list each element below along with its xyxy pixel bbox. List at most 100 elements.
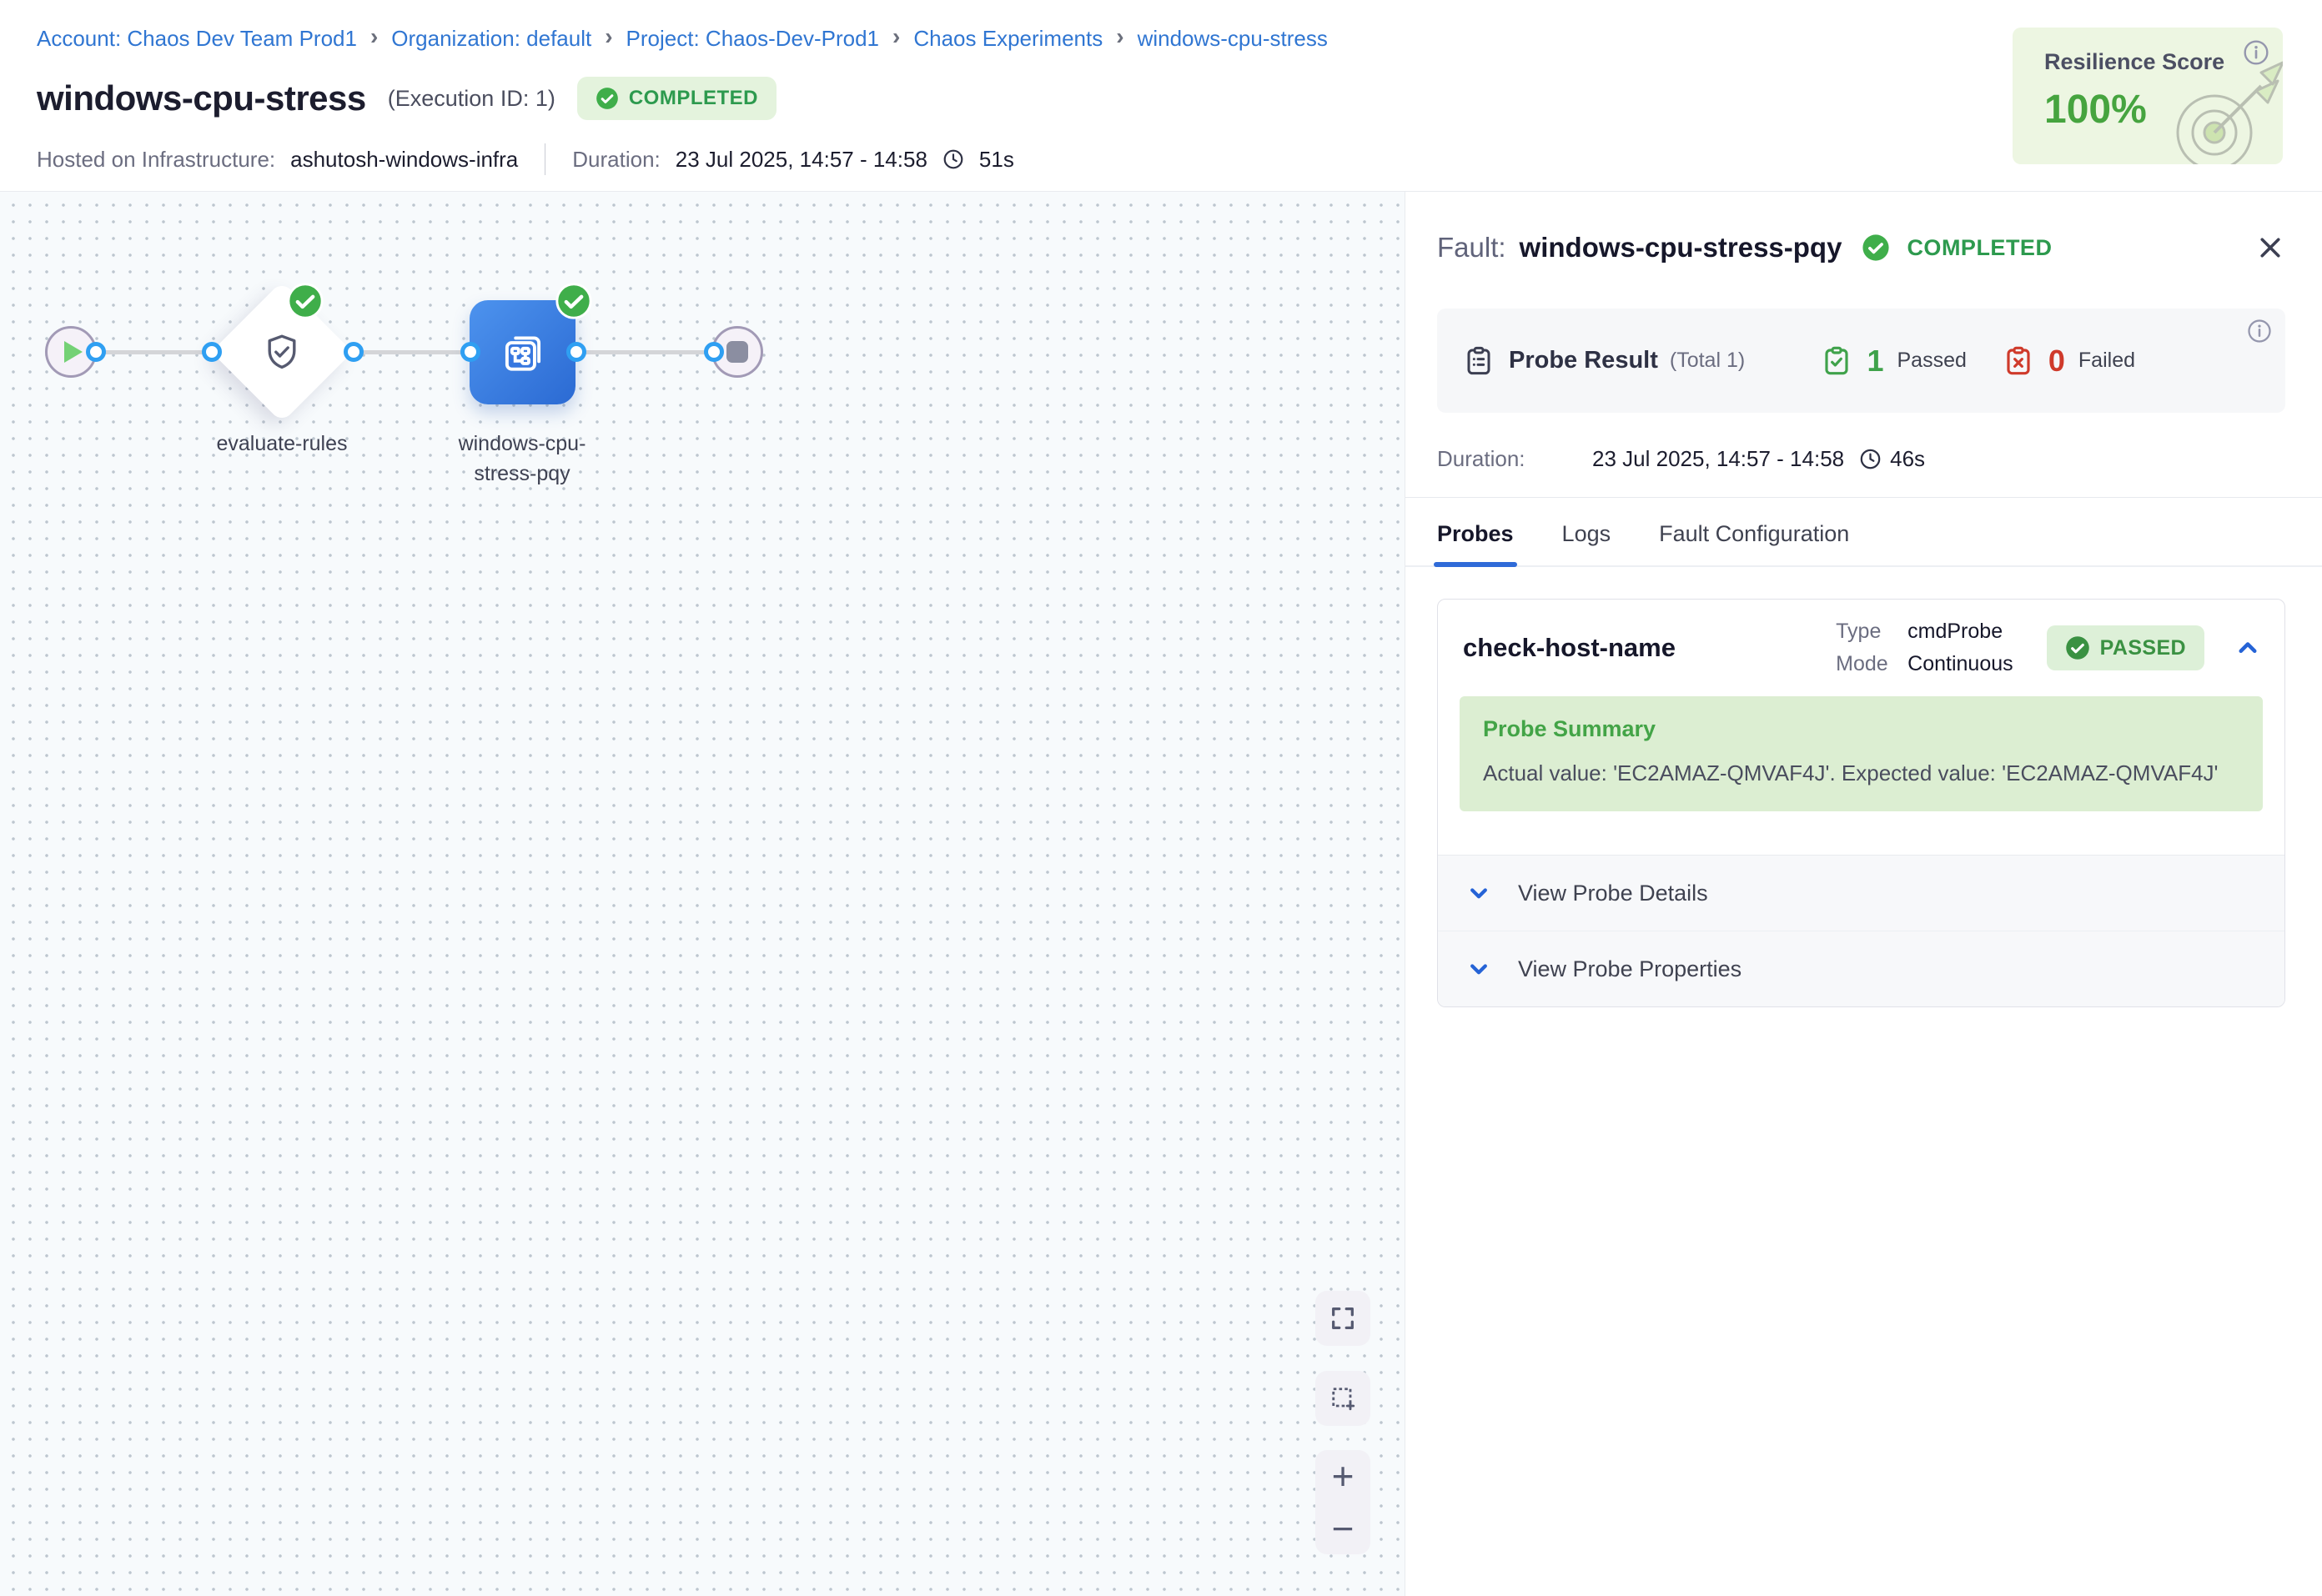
zoom-out-button[interactable]: − xyxy=(1315,1503,1370,1555)
probe-mode-label: Mode xyxy=(1836,652,1907,676)
duration-value: 23 Jul 2025, 14:57 - 14:58 xyxy=(1592,446,1844,472)
marquee-select-button[interactable] xyxy=(1315,1371,1370,1426)
edge-start-to-evaluate xyxy=(95,350,211,354)
title-row: windows-cpu-stress (Execution ID: 1) COM… xyxy=(37,77,777,120)
tab-fault-configuration[interactable]: Fault Configuration xyxy=(1659,521,1849,565)
probe-name: check-host-name xyxy=(1463,633,1836,663)
marquee-select-icon xyxy=(1328,1383,1358,1413)
breadcrumb-project-link[interactable]: Project: Chaos-Dev-Prod1 xyxy=(626,26,879,52)
info-icon[interactable] xyxy=(2247,319,2272,344)
fullscreen-button[interactable] xyxy=(1315,1291,1370,1346)
breadcrumb-org-link[interactable]: Organization: default xyxy=(391,26,591,52)
evaluate-rules-label: evaluate-rules xyxy=(173,429,390,459)
page-header: Account: Chaos Dev Team Prod1 › Organiza… xyxy=(0,0,2322,192)
check-circle-icon xyxy=(596,87,619,110)
edge-fault-to-end xyxy=(575,350,713,354)
breadcrumb-account-link[interactable]: Account: Chaos Dev Team Prod1 xyxy=(37,26,357,52)
clipboard-check-icon xyxy=(1820,344,1853,378)
port xyxy=(86,342,106,362)
view-probe-details-toggle[interactable]: View Probe Details xyxy=(1438,856,2284,931)
breadcrumb-separator: › xyxy=(370,23,378,50)
fault-details-panel: Fault: windows-cpu-stress-pqy COMPLETED xyxy=(1405,192,2322,1596)
meta-row: Hosted on Infrastructure: ashutosh-windo… xyxy=(37,143,1014,175)
clipboard-x-icon xyxy=(2002,344,2035,378)
tab-probes[interactable]: Probes xyxy=(1437,521,1514,565)
duration-label: Duration: xyxy=(1437,446,1584,472)
probe-card-header: check-host-name Type cmdProbe Mode Conti… xyxy=(1438,600,2284,696)
clock-icon xyxy=(1859,448,1882,470)
infra-value: ashutosh-windows-infra xyxy=(290,147,518,173)
fault-status-text: COMPLETED xyxy=(1907,235,2052,261)
close-icon xyxy=(2255,233,2285,263)
panel-tabs: Probes Logs Fault Configuration xyxy=(1405,497,2322,567)
probe-status-text: PASSED xyxy=(2100,636,2186,660)
clock-icon xyxy=(942,148,964,170)
breadcrumb: Account: Chaos Dev Team Prod1 › Organiza… xyxy=(37,25,1328,52)
passed-label: Passed xyxy=(1897,349,1966,373)
chevron-down-icon xyxy=(1465,955,1493,983)
fault-duration-row: Duration: 23 Jul 2025, 14:57 - 14:58 46s xyxy=(1437,446,2285,472)
probe-type-value: cmdProbe xyxy=(1907,620,2013,644)
experiment-run-page: Account: Chaos Dev Team Prod1 › Organiza… xyxy=(0,0,2322,1596)
port xyxy=(566,342,586,362)
resilience-score-card: Resilience Score 100% xyxy=(2013,28,2283,164)
fullscreen-icon xyxy=(1329,1304,1357,1333)
duration-label: Duration: xyxy=(572,147,661,173)
chevron-down-icon xyxy=(1465,879,1493,907)
duration-value: 23 Jul 2025, 14:57 - 14:58 xyxy=(676,147,927,173)
probe-result-total: (Total 1) xyxy=(1670,349,1745,373)
target-arrow-illustration xyxy=(2163,56,2283,164)
breadcrumb-separator: › xyxy=(605,23,612,50)
experiment-status-text: COMPLETED xyxy=(629,87,758,110)
probe-result-card: Probe Result (Total 1) 1 Passed xyxy=(1437,309,2285,413)
port xyxy=(460,342,480,362)
probe-status-badge: PASSED xyxy=(2047,625,2204,670)
view-probe-details-label: View Probe Details xyxy=(1518,881,1708,906)
infra-label: Hosted on Infrastructure: xyxy=(37,147,275,173)
fault-label: Fault: xyxy=(1437,232,1506,263)
probe-card: check-host-name Type cmdProbe Mode Conti… xyxy=(1437,599,2285,1007)
duration-seconds: 46s xyxy=(1890,446,1925,472)
play-icon xyxy=(64,341,83,363)
clipboard-icon xyxy=(1462,344,1495,378)
fault-header-row: Fault: windows-cpu-stress-pqy COMPLETED xyxy=(1437,232,2285,263)
chevron-up-icon xyxy=(2233,633,2263,663)
fault-docs-icon xyxy=(497,327,549,379)
duration-seconds: 51s xyxy=(979,147,1014,173)
failed-count: 0 xyxy=(2048,344,2065,379)
breadcrumb-separator: › xyxy=(1116,23,1123,50)
probe-mode-value: Continuous xyxy=(1907,652,2013,676)
page-title: windows-cpu-stress xyxy=(37,78,366,118)
probe-accordion: View Probe Details View Probe Properties xyxy=(1438,855,2284,1006)
failed-label: Failed xyxy=(2078,349,2135,373)
execution-id: (Execution ID: 1) xyxy=(388,86,555,112)
check-circle-icon xyxy=(1862,233,1890,262)
pipeline-canvas[interactable]: evaluate-rules windows-cpu-stress-pqy + … xyxy=(0,192,1405,1596)
port xyxy=(202,342,222,362)
probe-result-title: Probe Result xyxy=(1509,347,1658,374)
breadcrumb-separator: › xyxy=(892,23,900,50)
port xyxy=(704,342,724,362)
fault-node-label: windows-cpu-stress-pqy xyxy=(447,429,597,489)
tab-logs[interactable]: Logs xyxy=(1562,521,1611,565)
edge-evaluate-to-fault xyxy=(353,350,470,354)
success-badge-icon xyxy=(555,283,592,319)
probe-summary-text: Actual value: 'EC2AMAZ-QMVAF4J'. Expecte… xyxy=(1483,760,2239,786)
port xyxy=(344,342,364,362)
check-circle-icon xyxy=(2065,635,2090,660)
view-probe-properties-toggle[interactable]: View Probe Properties xyxy=(1438,931,2284,1006)
experiment-status-badge: COMPLETED xyxy=(577,77,777,120)
probe-result-counts: 1 Passed 0 Failed xyxy=(1820,344,2260,379)
collapse-probe-button[interactable] xyxy=(2233,633,2263,663)
breadcrumb-current-link[interactable]: windows-cpu-stress xyxy=(1138,26,1328,52)
fault-name: windows-cpu-stress-pqy xyxy=(1520,232,1842,263)
zoom-in-button[interactable]: + xyxy=(1315,1450,1370,1503)
passed-count: 1 xyxy=(1867,344,1883,379)
stop-icon xyxy=(726,341,748,363)
close-panel-button[interactable] xyxy=(2255,233,2285,263)
shield-check-icon xyxy=(262,332,302,372)
probe-summary-title: Probe Summary xyxy=(1483,716,2239,742)
probe-type-label: Type xyxy=(1836,620,1907,644)
breadcrumb-experiments-link[interactable]: Chaos Experiments xyxy=(913,26,1103,52)
probe-summary-box: Probe Summary Actual value: 'EC2AMAZ-QMV… xyxy=(1460,696,2263,811)
